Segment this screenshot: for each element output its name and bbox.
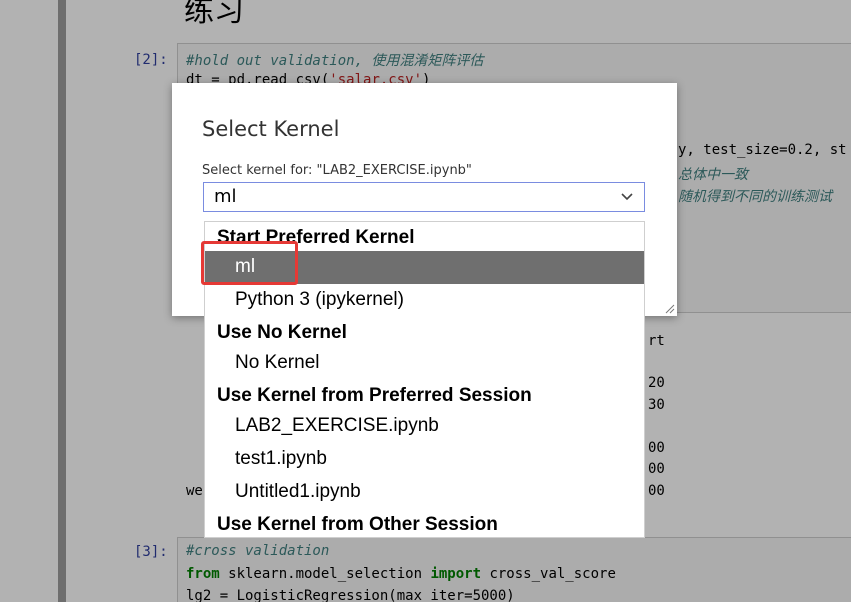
kernel-select-value: ml xyxy=(214,186,237,207)
kernel-option-no-kernel[interactable]: No Kernel xyxy=(205,347,644,380)
kernel-option-untitled1[interactable]: Untitled1.ipynb xyxy=(205,476,644,509)
option-label: Untitled1.ipynb xyxy=(235,481,361,502)
kernel-option-test1[interactable]: test1.ipynb xyxy=(205,443,644,476)
kernel-option-lab2-exercise[interactable]: LAB2_EXERCISE.ipynb xyxy=(205,410,644,443)
dialog-title: Select Kernel xyxy=(202,117,340,141)
chevron-down-icon xyxy=(621,193,633,201)
option-label: test1.ipynb xyxy=(235,448,327,469)
option-label: No Kernel xyxy=(235,352,320,373)
option-label: Python 3 (ipykernel) xyxy=(235,289,404,310)
option-label: LAB2_EXERCISE.ipynb xyxy=(235,415,439,436)
kernel-option-python3[interactable]: Python 3 (ipykernel) xyxy=(205,284,644,317)
resize-handle-icon[interactable] xyxy=(665,304,675,314)
group-label-other-session: Use Kernel from Other Session xyxy=(217,514,498,535)
kernel-select[interactable]: ml xyxy=(203,182,645,212)
group-label-preferred-session: Use Kernel from Preferred Session xyxy=(217,385,532,406)
dialog-subtitle: Select kernel for: "LAB2_EXERCISE.ipynb" xyxy=(202,163,472,178)
annotation-highlight-box xyxy=(201,241,298,285)
group-label-use-no-kernel: Use No Kernel xyxy=(217,322,347,343)
